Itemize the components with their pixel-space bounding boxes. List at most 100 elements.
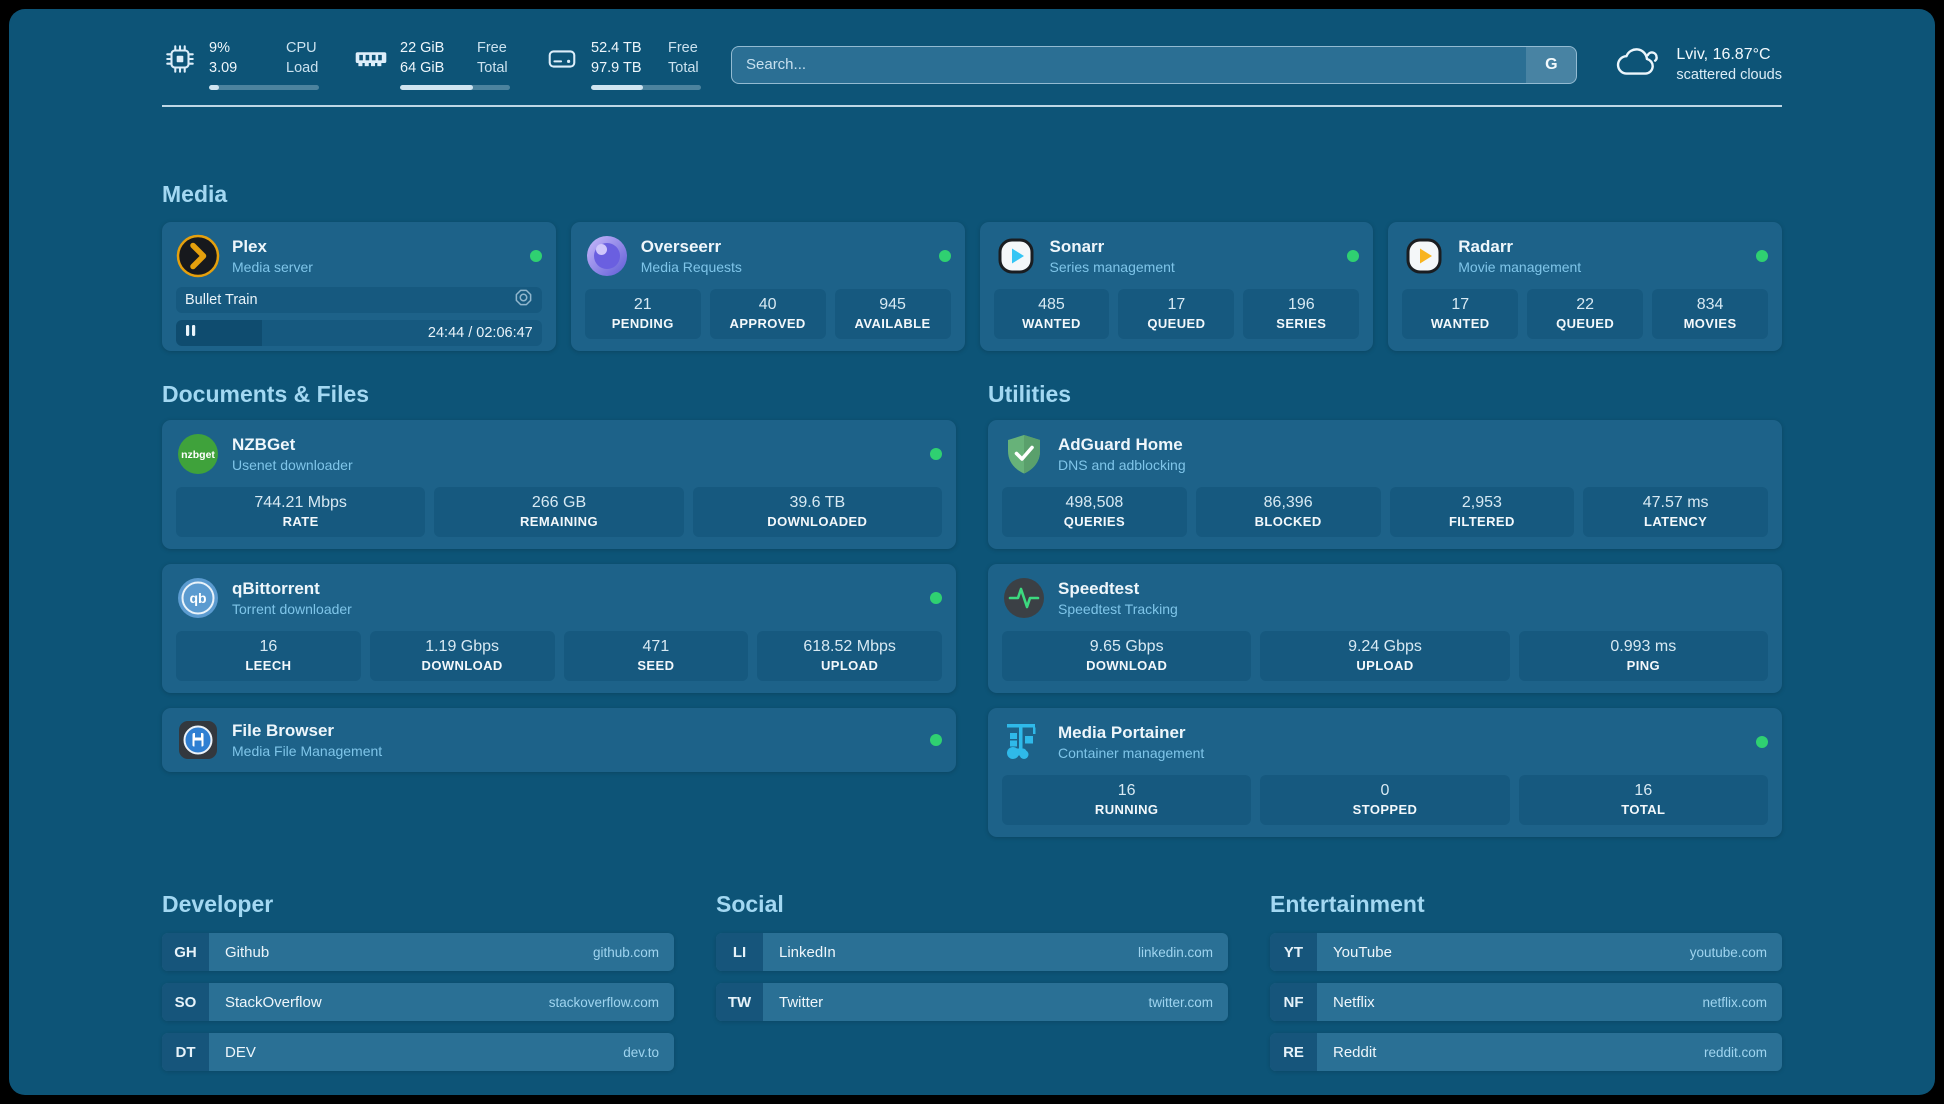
app-card-nzbget[interactable]: nzbget NZBGet Usenet downloader 744.21 M… xyxy=(162,420,956,549)
svg-text:qb: qb xyxy=(189,590,206,606)
memory-progress-bar xyxy=(400,85,510,90)
app-card-sonarr[interactable]: Sonarr Series management 485WANTED 17QUE… xyxy=(980,222,1374,351)
app-description: Media File Management xyxy=(232,742,382,760)
radarr-icon xyxy=(1402,234,1446,278)
media-section-title: Media xyxy=(162,181,1782,208)
stat-download: 1.19 GbpsDOWNLOAD xyxy=(370,631,555,681)
stat-movies: 834MOVIES xyxy=(1652,289,1768,339)
bookmark-abbr: SO xyxy=(162,983,209,1021)
bookmark-url: github.com xyxy=(593,945,659,960)
stat-seed: 471SEED xyxy=(564,631,749,681)
search-engine-button[interactable]: G xyxy=(1526,47,1576,83)
app-card-filebrowser[interactable]: File Browser Media File Management xyxy=(162,708,956,772)
player-time: 24:44 / 02:06:47 xyxy=(428,325,533,341)
disk-total-label: Total xyxy=(668,59,699,79)
section-documents: Documents & Files nzbget NZBGet Usenet d… xyxy=(162,381,956,837)
bookmark-name: Github xyxy=(225,944,269,961)
bookmark-linkedin[interactable]: LI LinkedIn linkedin.com xyxy=(716,933,1228,971)
app-card-speedtest[interactable]: Speedtest Speedtest Tracking 9.65 GbpsDO… xyxy=(988,564,1782,693)
app-card-qbittorrent[interactable]: qb qBittorrent Torrent downloader 16LEEC… xyxy=(162,564,956,693)
memory-free-value: 22 GiB xyxy=(400,39,458,59)
app-name: Media Portainer xyxy=(1058,722,1204,744)
now-playing-title: Bullet Train xyxy=(185,292,258,308)
bookmark-url: youtube.com xyxy=(1690,945,1767,960)
app-name: NZBGet xyxy=(232,434,353,456)
bookmark-section-entertainment: Entertainment YT YouTube youtube.com NF … xyxy=(1270,891,1782,1071)
bookmark-dev[interactable]: DT DEV dev.to xyxy=(162,1033,674,1071)
bookmark-abbr: TW xyxy=(716,983,763,1021)
cpu-usage-value: 9% xyxy=(209,39,267,59)
dashboard-page: 9% 3.09 CPU Load xyxy=(9,9,1935,1095)
cpu-progress-bar xyxy=(209,85,319,90)
app-description: Container management xyxy=(1058,744,1204,762)
disk-free-label: Free xyxy=(668,39,699,59)
status-online-dot xyxy=(1756,736,1768,748)
stat-blocked: 86,396BLOCKED xyxy=(1196,487,1381,537)
app-card-portainer[interactable]: Media Portainer Container management 16R… xyxy=(988,708,1782,837)
stat-queued: 17QUEUED xyxy=(1118,289,1234,339)
app-name: Sonarr xyxy=(1050,236,1175,258)
status-online-dot xyxy=(930,592,942,604)
player-elapsed xyxy=(176,320,262,346)
app-name: Overseerr xyxy=(641,236,742,258)
filebrowser-icon xyxy=(176,718,220,762)
app-card-adguard[interactable]: AdGuard Home DNS and adblocking 498,508Q… xyxy=(988,420,1782,549)
app-description: Torrent downloader xyxy=(232,600,352,618)
app-description: Series management xyxy=(1050,258,1175,276)
stat-pending: 21PENDING xyxy=(585,289,701,339)
app-card-plex[interactable]: Plex Media server Bullet Train xyxy=(162,222,556,351)
bookmark-abbr: RE xyxy=(1270,1033,1317,1071)
app-card-radarr[interactable]: Radarr Movie management 17WANTED 22QUEUE… xyxy=(1388,222,1782,351)
entertainment-section-title: Entertainment xyxy=(1270,891,1782,918)
status-online-dot xyxy=(930,734,942,746)
stat-approved: 40APPROVED xyxy=(710,289,826,339)
search-input[interactable] xyxy=(732,47,1526,83)
documents-section-title: Documents & Files xyxy=(162,381,956,408)
bookmark-abbr: YT xyxy=(1270,933,1317,971)
bookmark-url: stackoverflow.com xyxy=(549,995,659,1010)
memory-stat: 22 GiB 64 GiB Free Total xyxy=(353,39,510,90)
stat-leech: 16LEECH xyxy=(176,631,361,681)
stat-downloaded: 39.6 TBDOWNLOADED xyxy=(693,487,942,537)
stat-rate: 744.21 MbpsRATE xyxy=(176,487,425,537)
qbittorrent-icon: qb xyxy=(176,576,220,620)
bookmark-abbr: NF xyxy=(1270,983,1317,1021)
settings-icon[interactable] xyxy=(514,288,533,312)
svg-text:nzbget: nzbget xyxy=(181,449,215,461)
bookmark-url: netflix.com xyxy=(1702,995,1767,1010)
nzbget-icon: nzbget xyxy=(176,432,220,476)
player-progress[interactable]: 24:44 / 02:06:47 xyxy=(176,320,542,346)
sonarr-icon xyxy=(994,234,1038,278)
app-name: AdGuard Home xyxy=(1058,434,1186,456)
bookmark-stackoverflow[interactable]: SO StackOverflow stackoverflow.com xyxy=(162,983,674,1021)
pause-icon[interactable] xyxy=(185,324,197,342)
bookmark-name: StackOverflow xyxy=(225,994,322,1011)
stat-ping: 0.993 msPING xyxy=(1519,631,1768,681)
app-description: Media Requests xyxy=(641,258,742,276)
bookmark-section-social: Social LI LinkedIn linkedin.com TW Twitt… xyxy=(716,891,1228,1071)
plex-icon xyxy=(176,234,220,278)
status-online-dot xyxy=(1347,250,1359,262)
memory-total-value: 64 GiB xyxy=(400,59,458,79)
bookmark-section-developer: Developer GH Github github.com SO StackO… xyxy=(162,891,674,1071)
bookmark-abbr: DT xyxy=(162,1033,209,1071)
bookmark-twitter[interactable]: TW Twitter twitter.com xyxy=(716,983,1228,1021)
search-bar[interactable]: G xyxy=(731,46,1577,84)
disk-stat: 52.4 TB 97.9 TB Free Total xyxy=(544,39,701,90)
bookmark-name: DEV xyxy=(225,1044,256,1061)
bookmark-url: twitter.com xyxy=(1148,995,1213,1010)
bookmark-netflix[interactable]: NF Netflix netflix.com xyxy=(1270,983,1782,1021)
overseerr-icon xyxy=(585,234,629,278)
bookmark-name: YouTube xyxy=(1333,944,1392,961)
cpu-stat: 9% 3.09 CPU Load xyxy=(162,39,319,90)
header: 9% 3.09 CPU Load xyxy=(162,9,1782,90)
disk-free-value: 52.4 TB xyxy=(591,39,649,59)
app-name: Radarr xyxy=(1458,236,1581,258)
app-name: File Browser xyxy=(232,720,382,742)
bookmark-youtube[interactable]: YT YouTube youtube.com xyxy=(1270,933,1782,971)
bookmark-reddit[interactable]: RE Reddit reddit.com xyxy=(1270,1033,1782,1071)
app-description: Media server xyxy=(232,258,313,276)
bookmark-github[interactable]: GH Github github.com xyxy=(162,933,674,971)
stat-upload: 618.52 MbpsUPLOAD xyxy=(757,631,942,681)
app-card-overseerr[interactable]: Overseerr Media Requests 21PENDING 40APP… xyxy=(571,222,965,351)
